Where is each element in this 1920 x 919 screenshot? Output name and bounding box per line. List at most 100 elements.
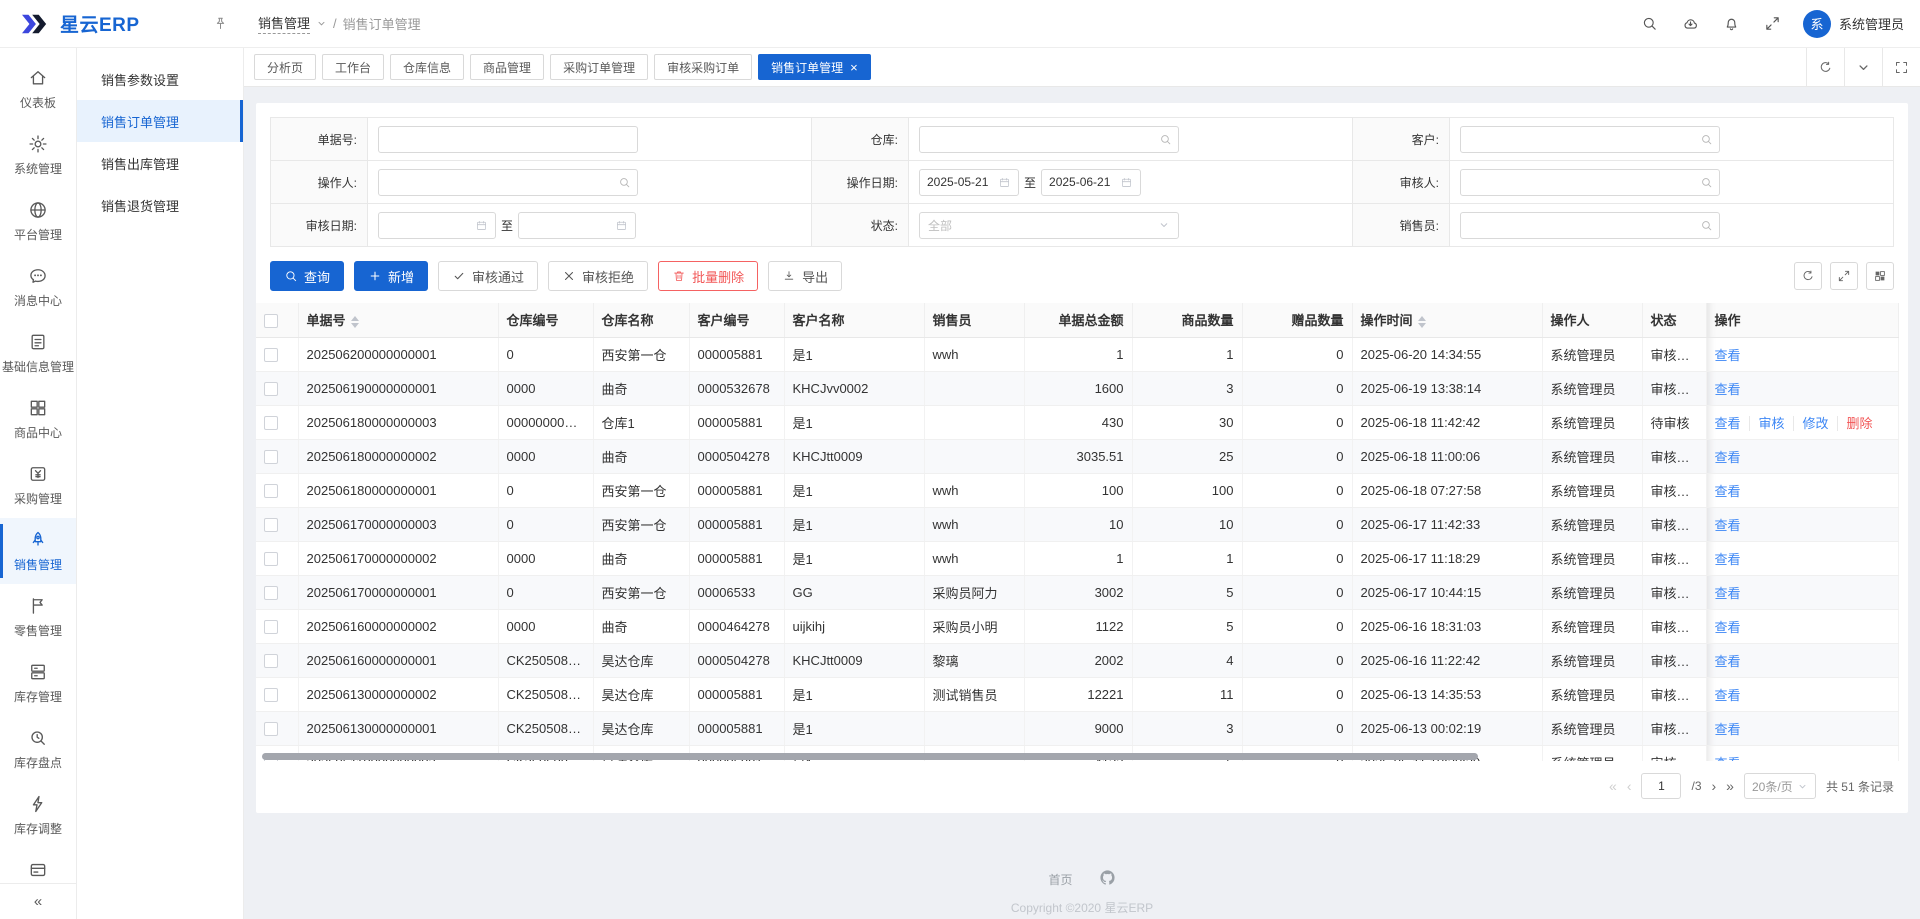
submenu-item-sales-params[interactable]: 销售参数设置 bbox=[77, 58, 243, 100]
approve-button[interactable]: 审核通过 bbox=[438, 261, 538, 291]
row-action-view[interactable]: 查看 bbox=[1715, 450, 1741, 465]
row-checkbox[interactable] bbox=[264, 586, 278, 600]
submenu-item-sales-return[interactable]: 销售退货管理 bbox=[77, 184, 243, 226]
row-checkbox[interactable] bbox=[264, 484, 278, 498]
export-button[interactable]: 导出 bbox=[768, 261, 842, 291]
row-action-view[interactable]: 查看 bbox=[1715, 484, 1741, 499]
operate-date-start-input[interactable]: 2025-05-21 bbox=[919, 169, 1019, 196]
tab-fullscreen-button[interactable] bbox=[1882, 48, 1920, 86]
status-select[interactable]: 全部 bbox=[919, 212, 1179, 239]
select-all-checkbox[interactable] bbox=[264, 314, 278, 328]
upload-button[interactable] bbox=[1682, 15, 1699, 32]
sidebar-item-retail[interactable]: 零售管理 bbox=[0, 584, 76, 650]
sidebar-item-settlement[interactable]: 结算管理 bbox=[0, 848, 76, 883]
row-action-edit[interactable]: 修改 bbox=[1793, 416, 1829, 431]
pin-icon[interactable] bbox=[213, 16, 228, 31]
horizontal-scrollbar[interactable] bbox=[256, 752, 1908, 761]
pagination-next[interactable]: › bbox=[1712, 778, 1717, 794]
sidebar-item-stock-check[interactable]: 库存盘点 bbox=[0, 716, 76, 782]
pagination-jump-next[interactable]: » bbox=[1726, 778, 1734, 794]
row-checkbox[interactable] bbox=[264, 382, 278, 396]
tab-list-button[interactable] bbox=[1844, 48, 1882, 86]
row-action-view[interactable]: 查看 bbox=[1715, 552, 1741, 567]
query-button[interactable]: 查询 bbox=[270, 261, 344, 291]
sidebar-item-dashboard[interactable]: 仪表板 bbox=[0, 56, 76, 122]
tab-refresh-button[interactable] bbox=[1806, 48, 1844, 86]
sidebar-collapse-button[interactable]: « bbox=[0, 883, 76, 919]
row-checkbox[interactable] bbox=[264, 722, 278, 736]
sidebar-item-platform[interactable]: 平台管理 bbox=[0, 188, 76, 254]
pagination-jump-prev[interactable]: « bbox=[1609, 778, 1617, 794]
row-action-delete[interactable]: 删除 bbox=[1837, 416, 1873, 431]
sort-icon[interactable] bbox=[1418, 316, 1426, 328]
cell-salesman bbox=[924, 371, 1024, 405]
row-checkbox[interactable] bbox=[264, 688, 278, 702]
sidebar-item-system[interactable]: 系统管理 bbox=[0, 122, 76, 188]
bill-no-input[interactable] bbox=[378, 126, 638, 153]
add-button[interactable]: 新增 bbox=[354, 261, 428, 291]
row-action-audit[interactable]: 审核 bbox=[1749, 416, 1785, 431]
scrollbar-thumb[interactable] bbox=[262, 753, 1478, 760]
footer-home-link[interactable]: 首页 bbox=[1048, 871, 1072, 888]
page-size-select[interactable]: 20条/页 bbox=[1744, 773, 1816, 799]
row-action-view[interactable]: 查看 bbox=[1715, 688, 1741, 703]
auditor-input[interactable] bbox=[1460, 169, 1720, 196]
row-action-view[interactable]: 查看 bbox=[1715, 620, 1741, 635]
tab-purchase-order[interactable]: 采购订单管理 bbox=[550, 54, 648, 80]
sidebar-item-message-center[interactable]: 消息中心 bbox=[0, 254, 76, 320]
cell-salesman: wwh bbox=[924, 473, 1024, 507]
tab-audit-purchase-order[interactable]: 审核采购订单 bbox=[654, 54, 752, 80]
fullscreen-button[interactable] bbox=[1764, 15, 1781, 32]
tab-analysis[interactable]: 分析页 bbox=[254, 54, 316, 80]
row-action-view[interactable]: 查看 bbox=[1715, 382, 1741, 397]
tab-sales-order[interactable]: 销售订单管理× bbox=[758, 54, 871, 80]
row-action-view[interactable]: 查看 bbox=[1715, 654, 1741, 669]
github-icon[interactable] bbox=[1099, 869, 1116, 889]
audit-date-end-input[interactable] bbox=[518, 212, 636, 239]
row-checkbox[interactable] bbox=[264, 450, 278, 464]
pagination-prev[interactable]: ‹ bbox=[1627, 778, 1632, 794]
sidebar-item-stock-adjust[interactable]: 库存调整 bbox=[0, 782, 76, 848]
row-checkbox[interactable] bbox=[264, 518, 278, 532]
row-action-view[interactable]: 查看 bbox=[1715, 348, 1741, 363]
row-action-view[interactable]: 查看 bbox=[1715, 722, 1741, 737]
row-checkbox[interactable] bbox=[264, 552, 278, 566]
refresh-button[interactable] bbox=[1794, 262, 1822, 290]
pagination-page-input[interactable]: 1 bbox=[1641, 773, 1681, 799]
tab-warehouse-info[interactable]: 仓库信息 bbox=[390, 54, 464, 80]
breadcrumb-root[interactable]: 销售管理 bbox=[258, 13, 310, 34]
operate-date-end-input[interactable]: 2025-06-21 bbox=[1041, 169, 1141, 196]
customer-input[interactable] bbox=[1460, 126, 1720, 153]
row-action-view[interactable]: 查看 bbox=[1715, 518, 1741, 533]
sidebar-item-product-center[interactable]: 商品中心 bbox=[0, 386, 76, 452]
sidebar-item-base-info[interactable]: 基础信息管理 bbox=[0, 320, 76, 386]
submenu-item-sales-order[interactable]: 销售订单管理 bbox=[77, 100, 243, 142]
reject-button[interactable]: 审核拒绝 bbox=[548, 261, 648, 291]
cell-gift_qty: 0 bbox=[1242, 711, 1352, 745]
row-action-view[interactable]: 查看 bbox=[1715, 586, 1741, 601]
tab-workbench[interactable]: 工作台 bbox=[322, 54, 384, 80]
global-search-button[interactable] bbox=[1641, 15, 1658, 32]
submenu-item-sales-outbound[interactable]: 销售出库管理 bbox=[77, 142, 243, 184]
batch-delete-button[interactable]: 批量删除 bbox=[658, 261, 758, 291]
sort-icon[interactable] bbox=[351, 316, 359, 328]
row-action-view[interactable]: 查看 bbox=[1715, 416, 1741, 431]
row-checkbox[interactable] bbox=[264, 654, 278, 668]
row-checkbox[interactable] bbox=[264, 416, 278, 430]
row-checkbox[interactable] bbox=[264, 620, 278, 634]
warehouse-input[interactable] bbox=[919, 126, 1179, 153]
columns-button[interactable] bbox=[1866, 262, 1894, 290]
notification-button[interactable] bbox=[1723, 15, 1740, 32]
salesman-input[interactable] bbox=[1460, 212, 1720, 239]
user-menu[interactable]: 系 系统管理员 bbox=[1781, 10, 1920, 38]
app-logo-icon[interactable] bbox=[20, 11, 50, 37]
audit-date-start-input[interactable] bbox=[378, 212, 496, 239]
tab-product-mgmt[interactable]: 商品管理 bbox=[470, 54, 544, 80]
operator-input[interactable] bbox=[378, 169, 638, 196]
row-checkbox[interactable] bbox=[264, 348, 278, 362]
sidebar-item-inventory[interactable]: 库存管理 bbox=[0, 650, 76, 716]
tab-close-icon[interactable]: × bbox=[850, 61, 858, 74]
expand-button[interactable] bbox=[1830, 262, 1858, 290]
sidebar-item-purchase[interactable]: 采购管理 bbox=[0, 452, 76, 518]
sidebar-item-sales[interactable]: 销售管理 bbox=[0, 518, 76, 584]
